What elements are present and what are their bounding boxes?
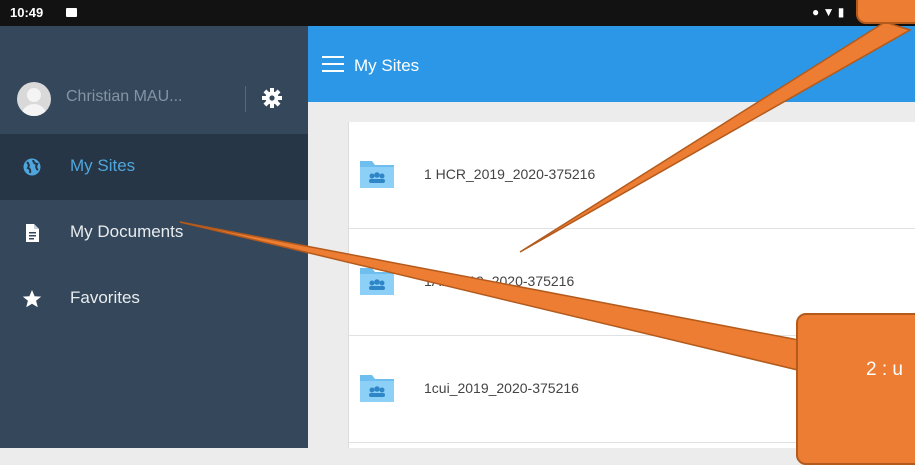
shared-folder-icon xyxy=(360,268,394,295)
sidebar-item-my-documents[interactable]: My Documents xyxy=(0,200,308,266)
status-bar: 10:49 ● ▼ ▮ xyxy=(0,0,915,26)
profile-divider xyxy=(245,86,246,112)
avatar[interactable] xyxy=(17,82,51,116)
navigation-drawer: Christian MAU... My Sites My Documents F… xyxy=(0,26,308,448)
hamburger-menu-icon[interactable] xyxy=(322,56,344,72)
profile-name[interactable]: Christian MAU... xyxy=(66,88,182,106)
shared-folder-icon xyxy=(360,161,394,188)
document-icon xyxy=(26,224,39,242)
sidebar-item-label: Favorites xyxy=(70,288,140,307)
sidebar-item-my-sites[interactable]: My Sites xyxy=(0,134,308,200)
profile-header: Christian MAU... xyxy=(0,26,308,134)
sidebar-item-label: My Documents xyxy=(70,222,184,241)
page-title: My Sites xyxy=(354,56,420,75)
app-bar: My Sites xyxy=(308,26,915,102)
callout-box: 2 : u xyxy=(796,313,915,465)
shared-folder-icon xyxy=(360,375,394,402)
callout-text: 2 : u xyxy=(866,359,903,380)
status-time: 10:49 xyxy=(10,5,44,20)
site-name: 1A...2019_2020-375216 xyxy=(424,273,575,289)
site-name: 1 HCR_2019_2020-375216 xyxy=(424,166,596,182)
notification-icon xyxy=(66,8,77,17)
status-icons: ● ▼ ▮ xyxy=(812,5,845,19)
list-item[interactable]: 1 HCR_2019_2020-375216 xyxy=(349,122,915,229)
sidebar-item-label: My Sites xyxy=(70,156,136,175)
globe-icon xyxy=(23,158,41,176)
callout-box xyxy=(856,0,915,24)
gear-icon[interactable] xyxy=(260,86,284,110)
site-name: 1cui_2019_2020-375216 xyxy=(424,380,579,396)
star-icon xyxy=(22,290,42,308)
sidebar-item-favorites[interactable]: Favorites xyxy=(0,266,308,332)
